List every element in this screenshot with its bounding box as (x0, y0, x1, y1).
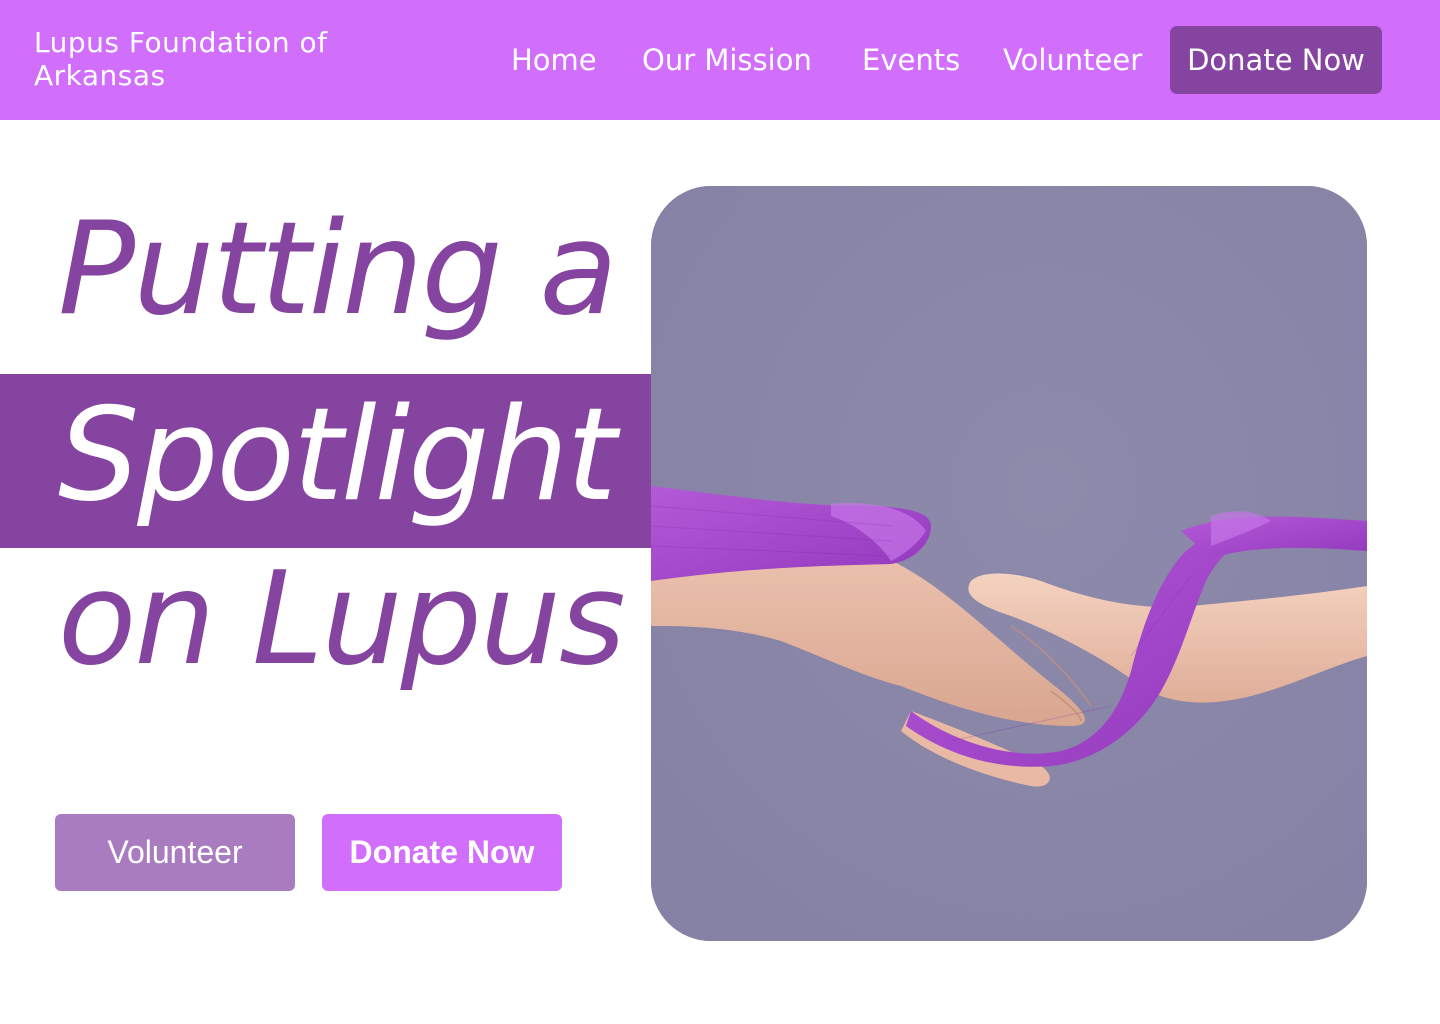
nav-volunteer-link[interactable]: Volunteer (1003, 40, 1142, 80)
headline-line-3: on Lupus (58, 545, 626, 694)
nav-mission-link[interactable]: Our Mission (642, 40, 812, 80)
site-header: Lupus Foundation of Arkansas Home Our Mi… (0, 0, 1440, 120)
nav-home-link[interactable]: Home (511, 40, 597, 80)
headline-line-1: Putting a (58, 195, 618, 344)
volunteer-button[interactable]: Volunteer (55, 814, 295, 891)
hands-with-ribbon-photo (651, 186, 1367, 941)
site-logo-text[interactable]: Lupus Foundation of Arkansas (34, 26, 364, 92)
headline-line-2: Spotlight (58, 381, 617, 530)
hero-image (651, 186, 1367, 941)
landing-page: Lupus Foundation of Arkansas Home Our Mi… (0, 0, 1440, 1024)
nav-events-link[interactable]: Events (862, 40, 960, 80)
donate-now-button[interactable]: Donate Now (322, 814, 562, 891)
nav-donate-button[interactable]: Donate Now (1170, 26, 1382, 94)
